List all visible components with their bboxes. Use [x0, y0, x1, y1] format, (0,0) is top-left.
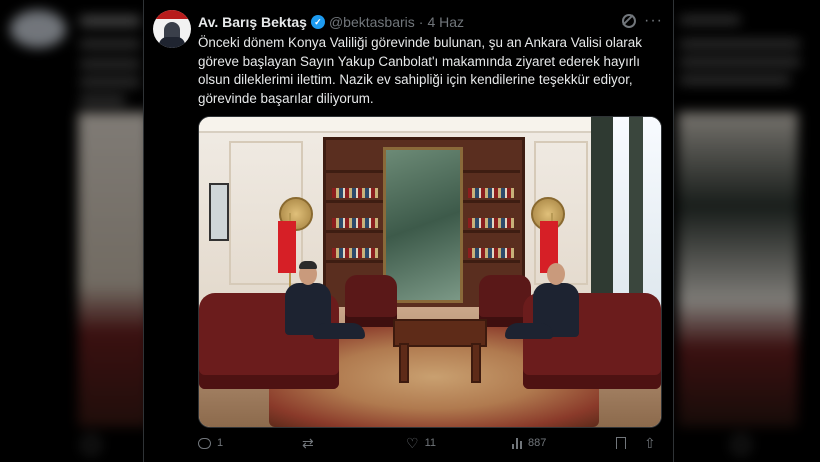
backdrop-text-line	[80, 96, 125, 104]
tweet-text-line: Önceki dönem Konya Valiliği görevinde bu…	[198, 35, 642, 50]
tweet-date[interactable]: 4 Haz	[427, 14, 464, 30]
photo-books	[468, 188, 514, 198]
separator-dot: ·	[418, 14, 424, 30]
avatar-flag-stripe	[153, 10, 191, 19]
backdrop-text-line	[80, 40, 140, 48]
more-options-icon[interactable]: ···	[644, 12, 663, 30]
photo-armchair	[345, 275, 397, 327]
photo-person-right-head	[547, 263, 565, 285]
like-count: 11	[424, 437, 436, 449]
reply-icon	[198, 437, 211, 449]
backdrop-icon	[732, 436, 750, 454]
retweet-button[interactable]: ⇄	[302, 433, 320, 453]
backdrop-photo	[678, 112, 798, 427]
photo-table-leg	[471, 343, 481, 383]
heart-icon: ♡	[406, 435, 419, 451]
tweet-text: Önceki dönem Konya Valiliği görevinde bu…	[198, 34, 654, 108]
backdrop-text-line	[680, 58, 800, 66]
photo-shelf	[326, 260, 384, 263]
photo-books	[468, 218, 514, 228]
photo-curtain	[591, 117, 613, 317]
photo-books	[332, 218, 378, 228]
backdrop-right	[672, 0, 820, 462]
backdrop-text-line	[80, 78, 140, 86]
photo-shelf	[326, 230, 384, 233]
like-button[interactable]: ♡ 11	[406, 433, 436, 453]
backdrop-left	[0, 0, 150, 462]
photo-shelf	[462, 260, 520, 263]
tweet-header: Av. Barış Bektaş ✓ @bektasbaris · 4 Haz	[198, 12, 464, 32]
photo-shelf	[462, 230, 520, 233]
bookmark-icon	[616, 437, 626, 449]
photo-person-right-legs	[505, 323, 553, 339]
backdrop-avatar	[10, 10, 66, 48]
photo-shelf	[462, 170, 520, 173]
photo-table-leg	[399, 343, 409, 383]
views-button[interactable]: 887	[512, 433, 546, 453]
avatar-suit	[159, 37, 185, 48]
author-avatar[interactable]	[153, 10, 191, 48]
reply-button[interactable]: 1	[198, 433, 223, 453]
photo-person-left-hair	[299, 261, 317, 269]
photo-books	[332, 188, 378, 198]
view-count: 887	[528, 437, 547, 449]
author-name[interactable]: Av. Barış Bektaş	[198, 14, 307, 30]
share-icon: ⇧	[644, 435, 656, 451]
photo-wall-frame	[209, 183, 229, 241]
author-handle[interactable]: @bektasbaris	[329, 14, 415, 30]
share-button[interactable]: ⇧	[644, 433, 662, 453]
photo-shelf	[326, 170, 384, 173]
backdrop-text-line	[680, 16, 740, 24]
backdrop-text-line	[680, 76, 790, 84]
grok-icon[interactable]	[622, 14, 636, 28]
photo-flag	[278, 221, 296, 273]
backdrop-name	[80, 16, 140, 26]
photo-shelf	[462, 200, 520, 203]
photo-person-left-legs	[313, 323, 365, 339]
retweet-icon: ⇄	[302, 435, 314, 451]
tweet-photo[interactable]	[198, 116, 662, 428]
verified-badge-icon[interactable]: ✓	[310, 15, 325, 29]
photo-curtain	[629, 117, 643, 312]
tweet-text-line: olsun dileklerimi ilettim. Nazik ev sahi…	[198, 72, 633, 88]
tweet-text-line: görevinde başarılar diliyorum.	[198, 90, 374, 106]
tweet-actions: 1 ⇄ ♡ 11 887 ⇧	[198, 433, 658, 453]
photo-shelf	[326, 200, 384, 203]
backdrop-text-line	[680, 40, 800, 48]
backdrop-icon	[82, 436, 100, 454]
reply-count: 1	[217, 437, 224, 449]
tweet-card[interactable]: Av. Barış Bektaş ✓ @bektasbaris · 4 Haz …	[143, 0, 674, 462]
backdrop-text-line	[80, 60, 140, 68]
photo-books	[332, 248, 378, 258]
backdrop-photo	[78, 112, 150, 427]
photo-books	[468, 248, 514, 258]
tweet-text-line: göreve başlayan Sayın Yakup Canbolat'ı m…	[198, 53, 640, 69]
bookmark-button[interactable]	[616, 433, 632, 453]
views-bar-chart-icon	[512, 437, 522, 449]
